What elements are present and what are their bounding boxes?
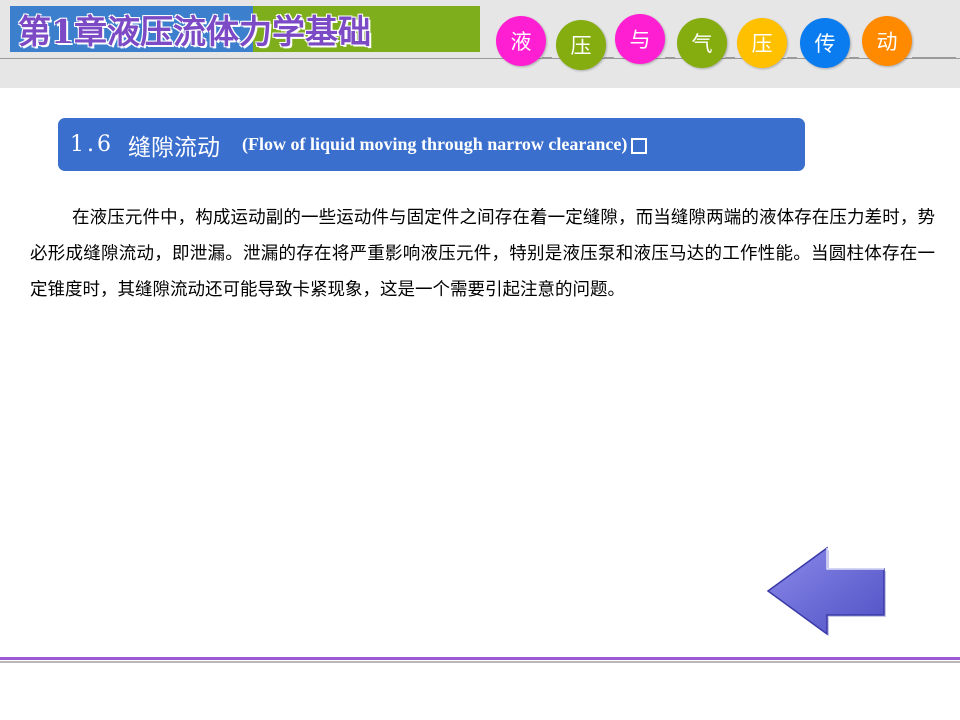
dash-separator <box>849 57 859 59</box>
dash-separator <box>787 57 797 59</box>
dash-separator <box>725 57 735 59</box>
back-button[interactable] <box>765 545 889 637</box>
dash-separator <box>665 57 675 59</box>
course-char-circle: 压 <box>556 20 606 70</box>
dash-separator <box>912 57 956 59</box>
course-char: 气 <box>691 32 713 56</box>
course-char: 动 <box>876 30 898 54</box>
chapter-label: 第1章 <box>18 12 107 51</box>
section-number: 1.6 <box>70 132 114 157</box>
section-title-en: (Flow of liquid moving through narrow cl… <box>242 134 628 154</box>
footer-divider-shadow <box>0 661 960 663</box>
footer-divider <box>0 657 960 660</box>
course-char: 传 <box>814 32 836 56</box>
course-char-circle: 与 <box>615 14 665 64</box>
left-arrow-icon <box>766 546 886 636</box>
checkbox-glyph-icon <box>631 137 648 154</box>
course-char: 与 <box>629 28 651 52</box>
section-title-cn: 缝隙流动 <box>128 134 220 161</box>
dash-separator <box>542 57 552 59</box>
course-char-circle: 动 <box>862 16 912 66</box>
course-char: 压 <box>751 32 773 56</box>
section-heading: 1.6 缝隙流动 (Flow of liquid moving through … <box>58 118 805 171</box>
dash-separator <box>604 57 614 59</box>
course-char-circle: 传 <box>800 18 850 68</box>
chapter-title: 液压流体力学基础 <box>106 12 371 51</box>
course-char-circle: 压 <box>737 18 787 68</box>
chapter-header: 第1章 液压流体力学基础 <box>10 6 371 52</box>
course-char: 压 <box>570 34 592 58</box>
course-char: 液 <box>510 30 532 54</box>
course-char-circle: 液 <box>496 16 546 66</box>
body-paragraph: 在液压元件中，构成运动副的一些运动件与固定件之间存在着一定缝隙，而当缝隙两端的液… <box>30 208 935 300</box>
course-char-circle: 气 <box>677 18 727 68</box>
